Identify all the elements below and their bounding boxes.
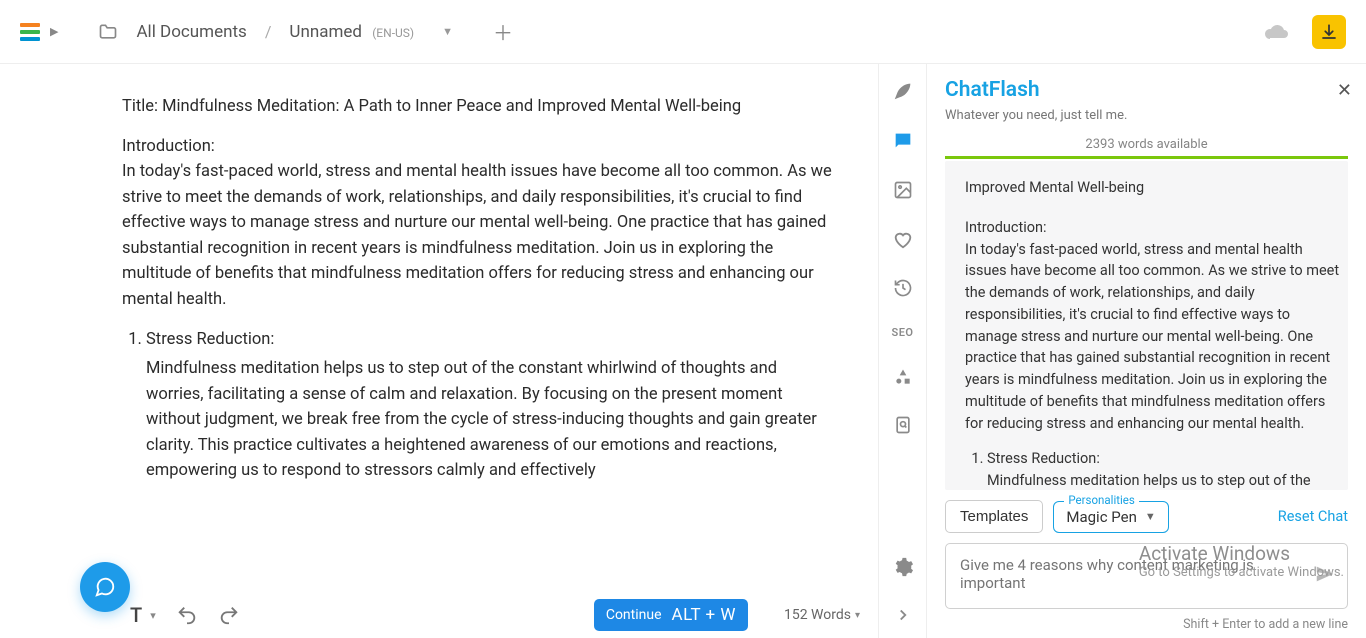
breadcrumb-current[interactable]: Unnamed (EN-US) [289,22,414,42]
chat-input[interactable] [945,543,1348,609]
find-icon[interactable] [893,415,913,435]
breadcrumb-root[interactable]: All Documents [136,22,246,42]
undo-button[interactable] [176,604,198,626]
panel-title: ChatFlash [945,78,1348,102]
close-icon[interactable]: ✕ [1337,80,1352,101]
reset-chat-link[interactable]: Reset Chat [1278,508,1348,525]
doc-title-line: Title: Mindfulness Meditation: A Path to… [122,94,838,120]
breadcrumb: All Documents / Unnamed (EN-US) ▼ [98,22,453,42]
doc-list-item-1: Stress Reduction: Mindfulness meditation… [146,327,838,484]
personality-select[interactable]: Personalities Magic Pen ▼ [1053,501,1168,533]
editor-footer: T ▾ Continue ALT + W 152 Words ▾ [0,592,878,638]
input-hint: Shift + Enter to add a new line [945,617,1348,632]
quota-bar [945,156,1348,159]
top-header: ▶ All Documents / Unnamed (EN-US) ▼ ＋ [0,0,1366,64]
document-editor[interactable]: Title: Mindfulness Meditation: A Path to… [0,64,878,638]
chat-message: Improved Mental Well-being Introduction:… [945,161,1348,490]
word-quota: 2393 words available [945,137,1348,152]
chevron-down-icon[interactable]: ▼ [442,25,453,38]
download-button[interactable] [1312,15,1346,49]
feather-ai-icon[interactable] [892,80,914,102]
chevron-down-icon: ▾ [855,610,860,621]
select-legend: Personalities [1064,493,1138,507]
gear-icon[interactable] [892,556,914,578]
collapse-icon[interactable] [894,606,912,624]
chevron-right-icon: ▶ [50,25,58,38]
shapes-icon[interactable] [893,367,913,387]
app-logo[interactable]: ▶ [20,23,58,41]
new-document-button[interactable]: ＋ [493,17,513,46]
folder-icon [98,22,118,42]
image-icon[interactable] [893,180,913,200]
chat-icon[interactable] [892,130,914,152]
history-icon[interactable] [893,278,913,298]
heart-icon[interactable] [892,228,914,250]
seo-button[interactable]: SEO [891,326,913,339]
chevron-down-icon: ▼ [1145,510,1156,523]
word-count[interactable]: 152 Words ▾ [784,607,860,623]
continue-button[interactable]: Continue ALT + W [594,599,748,631]
templates-button[interactable]: Templates [945,500,1043,533]
cloud-sync-icon[interactable] [1264,20,1288,44]
language-tag: (EN-US) [372,26,414,40]
redo-button[interactable] [218,604,240,626]
chevron-down-icon[interactable]: ▾ [150,609,156,622]
send-icon[interactable] [1314,563,1336,585]
doc-intro: Introduction: In today's fast-paced worl… [122,134,838,313]
chatflash-panel: ChatFlash Whatever you need, just tell m… [926,64,1366,638]
text-style-button[interactable]: T [130,603,142,627]
right-tool-rail: SEO [878,64,926,638]
panel-subtitle: Whatever you need, just tell me. [945,108,1348,123]
breadcrumb-separator: / [265,22,272,41]
